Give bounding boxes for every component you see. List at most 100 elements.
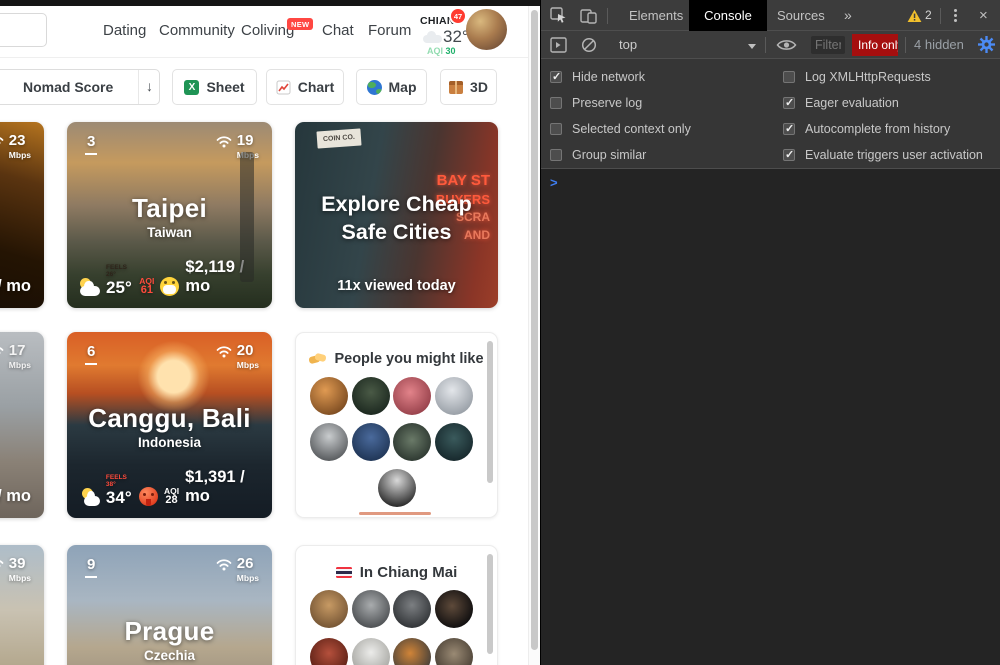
execution-context-select[interactable]: top <box>619 37 637 52</box>
city-card-partial-3[interactable]: 39 Mbps <box>0 545 44 665</box>
checkbox[interactable] <box>550 149 562 161</box>
3d-view-button[interactable]: 3D <box>440 69 497 105</box>
price-suffix: / mo <box>0 277 31 295</box>
city-card-partial-2[interactable]: 17 Mbps / mo <box>0 332 44 518</box>
wifi-speed: 39 Mbps <box>0 556 31 583</box>
checkbox[interactable] <box>783 122 795 135</box>
avatar[interactable] <box>351 423 390 461</box>
search-input[interactable] <box>0 13 47 47</box>
setting-hide-network[interactable]: Hide network <box>550 70 783 84</box>
city-card-canggu[interactable]: 6 20 Mbps Canggu, Bali Indonesia FEELS 3… <box>67 332 272 518</box>
checkbox[interactable] <box>550 123 562 135</box>
panel-scrollbar[interactable] <box>487 341 493 483</box>
avatar[interactable] <box>310 423 348 461</box>
setting-selected-context-only[interactable]: Selected context only <box>550 122 783 136</box>
chart-view-button[interactable]: Chart <box>266 69 344 105</box>
divider <box>905 37 906 53</box>
city-card-taipei[interactable]: 3 19 Mbps Taipei Taiwan FEELS 26° 25° AQ… <box>67 122 272 308</box>
checkbox[interactable] <box>783 71 795 83</box>
avatar[interactable] <box>393 638 432 665</box>
avatar[interactable] <box>434 377 473 415</box>
wifi-speed: 20 Mbps <box>216 343 259 370</box>
nav-link-dating[interactable]: Dating <box>103 22 146 39</box>
clear-console-icon[interactable] <box>581 37 597 53</box>
avatar[interactable] <box>434 423 473 461</box>
log-level-badge[interactable]: Info only <box>852 34 898 56</box>
nav-link-community[interactable]: Community <box>159 22 235 39</box>
map-view-button[interactable]: Map <box>356 69 427 105</box>
sheet-view-button[interactable]: X Sheet <box>172 69 257 105</box>
tab-console[interactable]: Console <box>689 0 767 31</box>
setting-log-xhr[interactable]: Log XMLHttpRequests <box>783 70 1000 84</box>
wifi-speed: 23 Mbps <box>0 133 31 160</box>
avatar[interactable] <box>351 590 390 628</box>
live-expression-eye-icon[interactable] <box>776 38 797 52</box>
divider <box>607 8 608 24</box>
kebab-menu-icon[interactable] <box>954 9 957 22</box>
filter-toolbar: Nomad Score ↓ X Sheet Chart Map 3D <box>0 58 540 115</box>
nav-link-forum[interactable]: Forum <box>368 22 411 39</box>
setting-eval-triggers-activation[interactable]: Evaluate triggers user activation <box>783 148 1000 162</box>
city-card-prague[interactable]: 9 26 Mbps Prague Czechia <box>67 545 272 665</box>
tab-elements[interactable]: Elements <box>629 0 683 31</box>
hot-face-icon <box>138 487 158 506</box>
console-prompt-chevron[interactable]: > <box>550 175 558 190</box>
more-tabs-chevron[interactable]: » <box>844 0 852 31</box>
avatar[interactable] <box>393 590 432 628</box>
wifi-speed: 17 Mbps <box>0 343 31 370</box>
neon-sign-text: BAY ST <box>436 172 490 189</box>
handshake-icon <box>309 353 326 365</box>
city-rank: 9 <box>85 556 98 578</box>
warning-icon[interactable] <box>907 9 922 23</box>
divider <box>940 8 941 24</box>
setting-autocomplete-history[interactable]: Autocomplete from history <box>783 122 1000 136</box>
setting-eager-evaluation[interactable]: Eager evaluation <box>783 96 1000 110</box>
close-devtools-icon[interactable]: × <box>979 7 988 24</box>
checkbox[interactable] <box>783 148 795 161</box>
console-output-area[interactable]: > <box>541 170 1000 665</box>
avatar-row <box>310 590 473 628</box>
avatar[interactable] <box>434 590 473 628</box>
nav-link-chat[interactable]: Chat <box>322 22 354 39</box>
avatar-row <box>310 377 473 415</box>
panel-scrollbar[interactable] <box>487 554 493 654</box>
city-name: Taipei <box>131 193 207 223</box>
avatar[interactable] <box>310 638 348 665</box>
sort-select[interactable]: Nomad Score ↓ <box>0 69 160 105</box>
device-toolbar-icon[interactable] <box>580 7 597 24</box>
avatar[interactable] <box>434 638 473 665</box>
checkbox[interactable] <box>550 97 562 109</box>
sort-direction-button[interactable]: ↓ <box>146 78 153 94</box>
city-country: Taiwan <box>147 225 192 240</box>
city-card-partial-1[interactable]: 23 Mbps / mo <box>0 122 44 308</box>
avatar[interactable] <box>393 423 432 461</box>
tab-sources[interactable]: Sources <box>777 0 825 31</box>
profile-avatar[interactable] <box>466 9 507 50</box>
scrollbar-thumb[interactable] <box>531 10 538 650</box>
avatar[interactable] <box>351 638 390 665</box>
explore-card[interactable]: COIN CO. BAY ST BUYERS SCRA AND Explore … <box>295 122 498 308</box>
avatar[interactable] <box>310 590 348 628</box>
avatar[interactable] <box>378 469 416 507</box>
notification-badge[interactable]: 47 <box>449 7 467 25</box>
console-sidebar-icon[interactable] <box>550 37 567 53</box>
avatar[interactable] <box>393 377 432 415</box>
checkbox[interactable] <box>783 96 795 109</box>
checkbox[interactable] <box>550 70 562 83</box>
city-country: Czechia <box>143 648 196 663</box>
inspect-element-icon[interactable] <box>550 7 567 24</box>
setting-group-similar[interactable]: Group similar <box>550 148 783 162</box>
map-button-label: Map <box>388 79 417 95</box>
setting-preserve-log[interactable]: Preserve log <box>550 96 783 110</box>
chart-icon <box>276 80 291 94</box>
avatar[interactable] <box>351 377 390 415</box>
console-filter-input[interactable] <box>811 36 845 54</box>
page-scrollbar[interactable] <box>528 6 540 665</box>
city-name: Canggu, Bali <box>88 403 251 433</box>
console-settings-gear-icon[interactable] <box>978 36 995 53</box>
devtools-panel: Elements Console Sources » 2 × top Filte… <box>540 0 1000 665</box>
avatar-row <box>310 638 473 665</box>
new-badge: NEW <box>287 18 314 30</box>
chevron-down-icon[interactable] <box>748 44 756 49</box>
avatar[interactable] <box>310 377 348 415</box>
